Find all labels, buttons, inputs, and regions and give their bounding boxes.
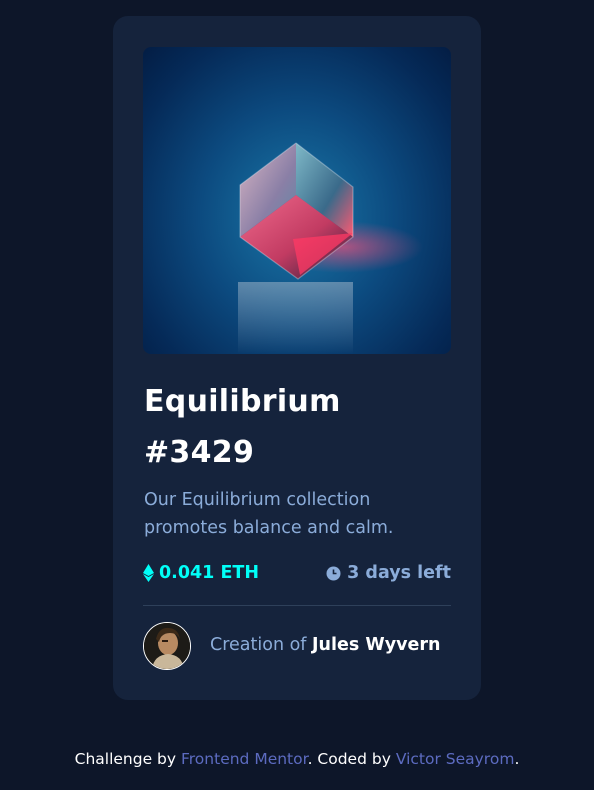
nft-title[interactable]: Equilibrium #3429: [144, 376, 444, 478]
frontend-mentor-link[interactable]: Frontend Mentor: [181, 750, 308, 768]
footer-middle: . Coded by: [307, 750, 396, 768]
footer-prefix: Challenge by: [74, 750, 181, 768]
attribution-footer: Challenge by Frontend Mentor. Coded by V…: [0, 750, 594, 768]
nft-time-left: 3 days left: [326, 563, 451, 583]
time-left-value: 3 days left: [347, 563, 451, 583]
ethereum-icon: [143, 564, 154, 582]
divider: [143, 605, 451, 606]
equilibrium-cube-image: [238, 142, 423, 354]
price-value: 0.041 ETH: [159, 563, 259, 583]
creator-prefix: Creation of: [210, 635, 313, 655]
nft-description: Our Equilibrium collection promotes bala…: [144, 490, 394, 538]
creator-line: Creation of Jules Wyvern: [210, 635, 440, 655]
creator-avatar: [143, 622, 191, 670]
author-link[interactable]: Victor Seayrom: [396, 750, 515, 768]
clock-icon: [326, 566, 341, 581]
creator-name[interactable]: Jules Wyvern: [312, 635, 440, 655]
nft-price: 0.041 ETH: [143, 563, 259, 583]
nft-image[interactable]: [143, 47, 451, 354]
footer-suffix: .: [514, 750, 520, 768]
nft-card: Equilibrium #3429 Our Equilibrium collec…: [113, 16, 481, 700]
